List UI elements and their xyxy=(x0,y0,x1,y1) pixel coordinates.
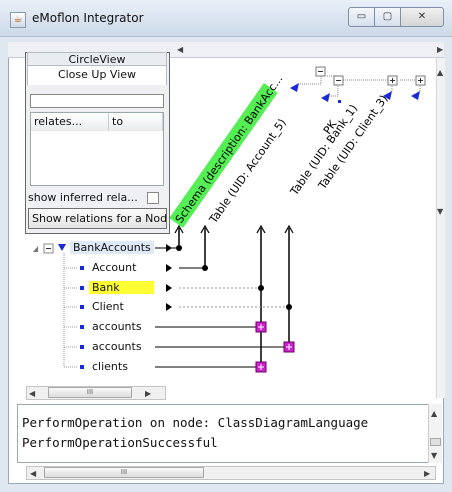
relation-filter-input[interactable] xyxy=(30,94,164,108)
tree-node-client[interactable]: Client xyxy=(92,300,124,313)
attribute-icon xyxy=(80,286,84,290)
tab-close-up-view[interactable]: Close Up View xyxy=(27,65,167,85)
scroll-right-arrow-icon[interactable]: ▶ xyxy=(145,389,151,398)
scroll-left-arrow-icon[interactable]: ◀ xyxy=(30,469,36,478)
show-inferred-label: show inferred rela... xyxy=(28,191,138,204)
tree-scroll-thumb[interactable]: III xyxy=(48,387,132,398)
scroll-right-arrow-icon[interactable]: ▶ xyxy=(424,469,430,478)
header-node-arrow-icon xyxy=(411,91,420,100)
header-attribute-icon xyxy=(338,100,341,103)
relations-table[interactable]: relates... to xyxy=(30,112,164,186)
tab-circleview[interactable]: CircleView xyxy=(27,52,167,66)
attribute-icon xyxy=(80,365,84,369)
show-relations-button[interactable]: Show relations for a Nod xyxy=(28,208,167,229)
root-node-arrow-icon xyxy=(58,244,66,251)
tree-node-accounts[interactable]: accounts xyxy=(92,340,142,353)
header-node-arrow-icon xyxy=(290,83,299,92)
scroll-up-arrow-icon[interactable]: ▲ xyxy=(431,409,437,418)
expand-arrow-icon xyxy=(33,246,38,252)
tree-node-accounts[interactable]: accounts xyxy=(92,320,142,333)
console-scroll-thumb[interactable] xyxy=(430,438,441,446)
attribute-icon xyxy=(80,266,84,270)
tree-node-account[interactable]: Account xyxy=(92,261,136,274)
console-scroll-thumb[interactable]: III xyxy=(44,467,204,478)
header-node-arrow-icon xyxy=(321,93,330,102)
console-line: PerformOperation on node: ClassDiagramLa… xyxy=(22,415,369,430)
tree-node-bank[interactable]: Bank xyxy=(89,281,154,294)
attribute-icon xyxy=(80,325,84,329)
scroll-down-arrow-icon[interactable]: ▼ xyxy=(431,451,437,460)
column-header-relates[interactable]: relates... xyxy=(31,113,109,131)
show-inferred-checkbox[interactable] xyxy=(147,192,159,204)
attribute-icon xyxy=(80,305,84,309)
console-output[interactable]: PerformOperation on node: ClassDiagramLa… xyxy=(17,404,436,463)
console-line: PerformOperationSuccessful xyxy=(22,435,218,450)
attribute-icon xyxy=(80,345,84,349)
scroll-left-arrow-icon[interactable]: ◀ xyxy=(29,389,35,398)
tree-node-clients[interactable]: clients xyxy=(92,360,128,373)
column-header-to[interactable]: to xyxy=(109,113,163,131)
tree-node-bankaccounts[interactable]: BankAccounts xyxy=(70,241,154,254)
